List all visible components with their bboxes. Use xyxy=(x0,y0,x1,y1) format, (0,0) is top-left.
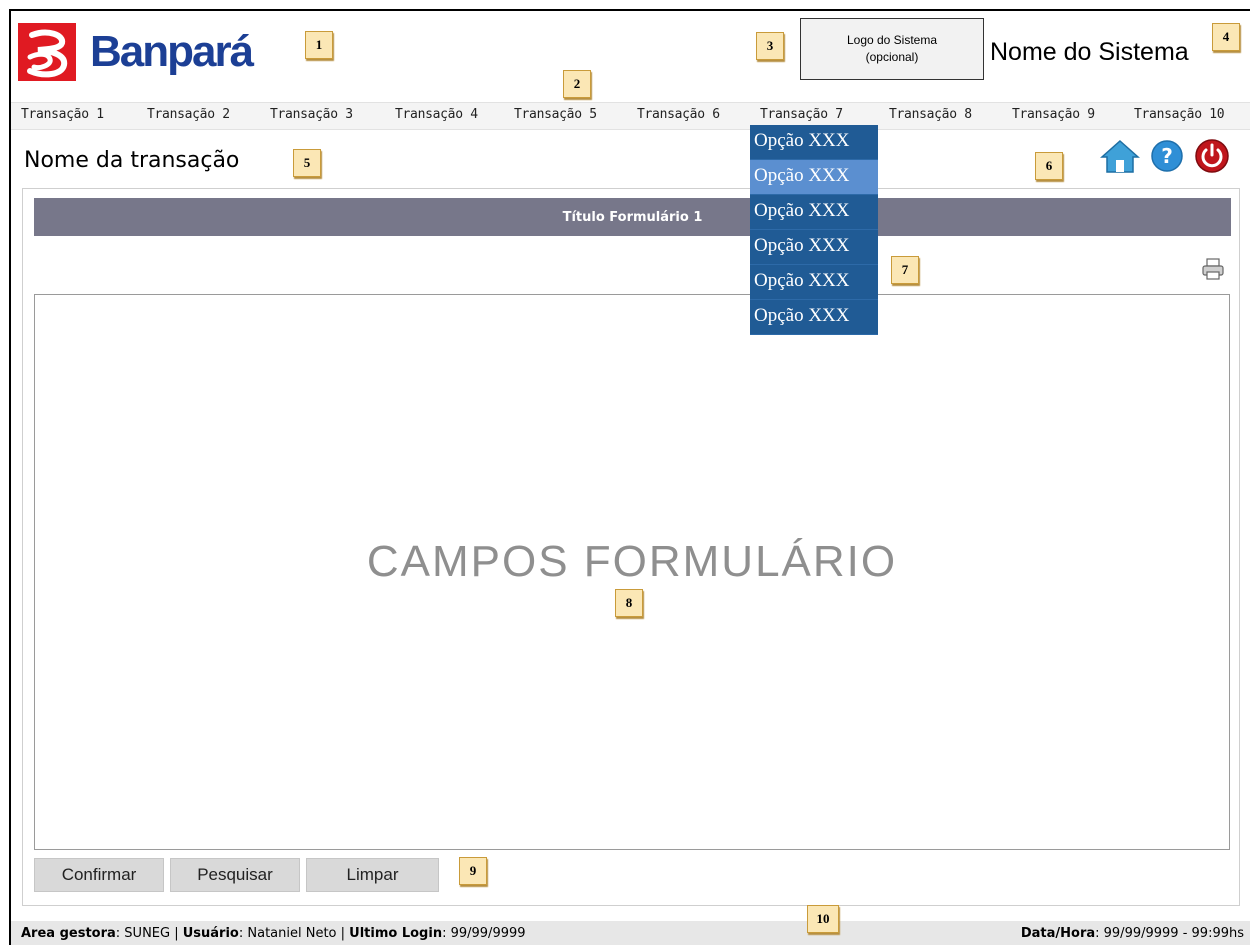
menu-item-transacao-10[interactable]: Transação 10 xyxy=(1134,107,1225,122)
callout-2: 2 xyxy=(563,70,591,98)
system-logo-line2: (opcional) xyxy=(865,50,919,64)
dropdown-option[interactable]: Opção XXX xyxy=(750,265,878,300)
dropdown-option[interactable]: Opção XXX xyxy=(750,230,878,265)
dropdown-menu: Opção XXX Opção XXX Opção XXX Opção XXX … xyxy=(750,125,878,335)
status-footer: Area gestora: SUNEG | Usuário: Nataniel … xyxy=(11,921,1250,945)
form-fields-area: CAMPOS FORMULÁRIO xyxy=(34,294,1230,850)
callout-7: 7 xyxy=(891,256,919,284)
dropdown-option-highlighted[interactable]: Opção XXX xyxy=(750,160,878,195)
menu-item-transacao-3[interactable]: Transação 3 xyxy=(270,107,353,122)
callout-3: 3 xyxy=(756,32,784,60)
dropdown-option[interactable]: Opção XXX xyxy=(750,195,878,230)
system-name: Nome do Sistema xyxy=(990,38,1189,66)
svg-text:?: ? xyxy=(1161,144,1173,168)
last-login-value: 99/99/9999 xyxy=(450,926,526,941)
menu-item-transacao-8[interactable]: Transação 8 xyxy=(889,107,972,122)
callout-8: 8 xyxy=(615,589,643,617)
system-logo-line1: Logo do Sistema xyxy=(846,33,938,47)
callout-10: 10 xyxy=(807,905,839,933)
datetime-value: 99/99/9999 - 99:99hs xyxy=(1103,926,1244,941)
form-fields-placeholder: CAMPOS FORMULÁRIO xyxy=(366,537,898,586)
form-title: Título Formulário 1 xyxy=(562,209,703,225)
system-logo: Logo do Sistema (opcional) xyxy=(800,18,984,80)
bank-logo-mark xyxy=(18,23,76,81)
area-label: Area gestora xyxy=(21,926,116,941)
callout-1: 1 xyxy=(305,31,333,59)
transaction-name: Nome da transação xyxy=(24,148,240,173)
area-value: SUNEG xyxy=(124,926,171,941)
print-icon[interactable] xyxy=(1201,258,1225,284)
user-value: Nataniel Neto xyxy=(247,926,337,941)
user-label: Usuário xyxy=(182,926,239,941)
confirm-button[interactable]: Confirmar xyxy=(34,858,164,892)
callout-5: 5 xyxy=(293,149,321,177)
menu-bar: Transação 1 Transação 2 Transação 3 Tran… xyxy=(11,102,1250,130)
power-icon[interactable] xyxy=(1194,138,1230,178)
callout-4: 4 xyxy=(1212,23,1240,51)
menu-item-transacao-2[interactable]: Transação 2 xyxy=(147,107,230,122)
callout-6: 6 xyxy=(1035,152,1063,180)
form-title-bar: Título Formulário 1 xyxy=(34,198,1231,236)
home-icon[interactable] xyxy=(1100,138,1140,178)
action-icons: ? xyxy=(1100,138,1230,178)
menu-item-transacao-7[interactable]: Transação 7 xyxy=(760,107,843,122)
menu-item-transacao-6[interactable]: Transação 6 xyxy=(637,107,720,122)
clear-button[interactable]: Limpar xyxy=(306,858,439,892)
help-icon[interactable]: ? xyxy=(1150,139,1184,177)
footer-info: Area gestora: SUNEG | Usuário: Nataniel … xyxy=(21,926,526,941)
menu-item-transacao-1[interactable]: Transação 1 xyxy=(21,107,104,122)
menu-item-transacao-4[interactable]: Transação 4 xyxy=(395,107,478,122)
footer-datetime: Data/Hora: 99/99/9999 - 99:99hs xyxy=(1020,926,1244,941)
bank-logo: Banpará xyxy=(18,22,254,82)
callout-9: 9 xyxy=(459,857,487,885)
menu-item-transacao-9[interactable]: Transação 9 xyxy=(1012,107,1095,122)
dropdown-option[interactable]: Opção XXX xyxy=(750,300,878,335)
last-login-label: Ultimo Login xyxy=(349,926,443,941)
dropdown-option[interactable]: Opção XXX xyxy=(750,125,878,160)
datetime-label: Data/Hora xyxy=(1020,926,1096,941)
bank-name: Banpará xyxy=(90,27,254,76)
search-button[interactable]: Pesquisar xyxy=(170,858,300,892)
menu-item-transacao-5[interactable]: Transação 5 xyxy=(514,107,597,122)
